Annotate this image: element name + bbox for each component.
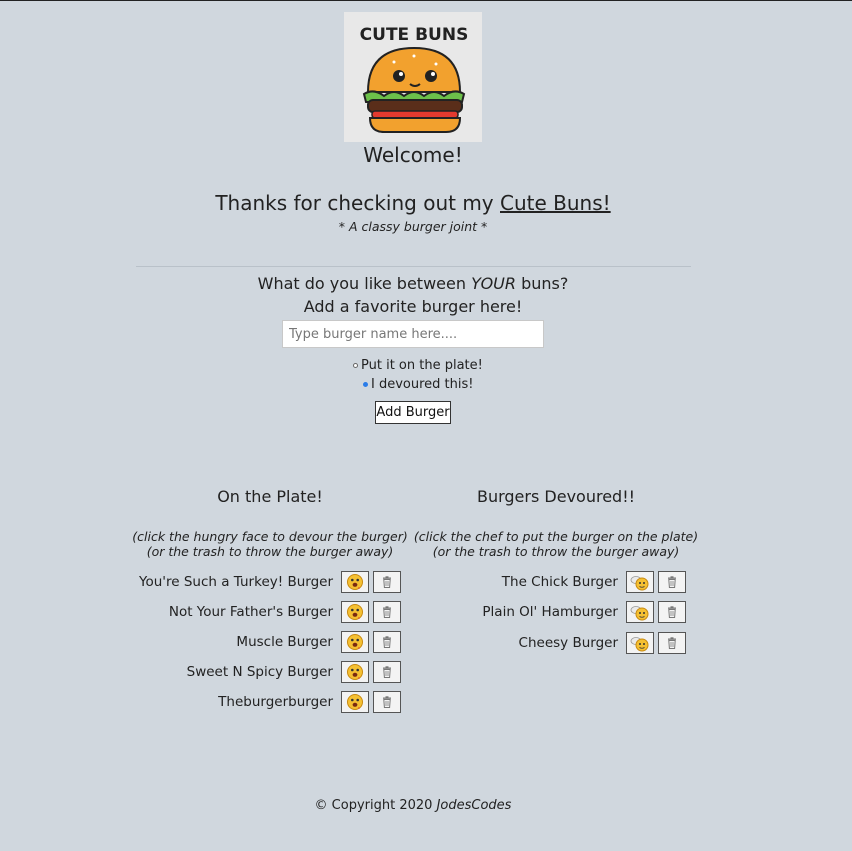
burger-name: Cheesy Burger bbox=[518, 635, 618, 651]
delete-button[interactable] bbox=[373, 691, 401, 713]
burger-name: Sweet N Spicy Burger bbox=[186, 664, 333, 680]
thanks-prefix: Thanks for checking out my bbox=[215, 191, 494, 215]
trash-icon bbox=[668, 606, 676, 618]
burger-name: Not Your Father's Burger bbox=[168, 604, 333, 620]
radio-devoured[interactable] bbox=[363, 382, 368, 387]
question-emphasis: YOUR bbox=[471, 274, 516, 293]
copyright-text: © Copyright 2020 bbox=[314, 798, 433, 813]
delete-button[interactable] bbox=[658, 571, 686, 593]
devour-button[interactable] bbox=[341, 601, 369, 623]
devour-button[interactable] bbox=[341, 691, 369, 713]
question-prefix: What do you like between bbox=[257, 274, 466, 293]
thanks-heading: Thanks for checking out my Cute Buns! bbox=[0, 191, 826, 215]
radio-devoured-option[interactable]: I devoured this! bbox=[363, 377, 473, 392]
delete-button[interactable] bbox=[658, 601, 686, 623]
form-subtitle: Add a favorite burger here! bbox=[303, 297, 523, 316]
devoured-list-item: Plain Ol' Hamburger bbox=[482, 600, 686, 624]
plate-hint-line-2: (or the trash to throw the burger away) bbox=[146, 544, 394, 559]
return-to-plate-button[interactable] bbox=[626, 601, 654, 623]
plate-hint-line-1: (click the hungry face to devour the bur… bbox=[132, 529, 408, 544]
burger-name: Plain Ol' Hamburger bbox=[482, 604, 618, 620]
plate-hint: (click the hungry face to devour the bur… bbox=[130, 529, 410, 559]
radio-plate[interactable] bbox=[353, 363, 358, 368]
delete-button[interactable] bbox=[373, 631, 401, 653]
logo: CUTE BUNS bbox=[344, 12, 482, 142]
burger-name: Theburgerburger bbox=[218, 694, 333, 710]
hungry-face-icon bbox=[347, 634, 363, 650]
devoured-hint: (click the chef to put the burger on the… bbox=[412, 529, 700, 559]
divider bbox=[136, 266, 691, 267]
devour-button[interactable] bbox=[341, 631, 369, 653]
plate-list-item: Not Your Father's Burger bbox=[169, 600, 401, 624]
plate-list-item: Theburgerburger bbox=[218, 690, 401, 714]
burger-name: You're Such a Turkey! Burger bbox=[139, 574, 333, 590]
plate-title: On the Plate! bbox=[217, 487, 323, 506]
devoured-list-item: Cheesy Burger bbox=[519, 631, 686, 655]
trash-icon bbox=[383, 696, 391, 708]
trash-icon bbox=[383, 666, 391, 678]
radio-plate-label: Put it on the plate! bbox=[361, 358, 483, 373]
author-name: JodesCodes bbox=[436, 798, 512, 813]
devour-button[interactable] bbox=[341, 571, 369, 593]
add-burger-button[interactable]: Add Burger bbox=[375, 401, 451, 424]
plate-list-item: Sweet N Spicy Burger bbox=[187, 660, 401, 684]
hungry-face-icon bbox=[347, 664, 363, 680]
devoured-hint-line-2: (or the trash to throw the burger away) bbox=[432, 544, 680, 559]
chef-icon bbox=[630, 576, 649, 591]
footer: © Copyright 2020 JodesCodes bbox=[0, 798, 826, 813]
delete-button[interactable] bbox=[373, 661, 401, 683]
return-to-plate-button[interactable] bbox=[626, 571, 654, 593]
devoured-list-item: The Chick Burger bbox=[502, 570, 686, 594]
devoured-title: Burgers Devoured!! bbox=[476, 487, 636, 506]
burger-name: Muscle Burger bbox=[236, 634, 333, 650]
trash-icon bbox=[383, 636, 391, 648]
hungry-face-icon bbox=[347, 604, 363, 620]
trash-icon bbox=[383, 576, 391, 588]
tagline: * A classy burger joint * bbox=[338, 219, 488, 234]
trash-icon bbox=[383, 606, 391, 618]
delete-button[interactable] bbox=[373, 571, 401, 593]
trash-icon bbox=[668, 637, 676, 649]
burger-logo-icon: CUTE BUNS bbox=[344, 12, 482, 142]
delete-button[interactable] bbox=[373, 601, 401, 623]
welcome-heading: Welcome! bbox=[363, 143, 463, 167]
chef-icon bbox=[630, 637, 649, 652]
devour-button[interactable] bbox=[341, 661, 369, 683]
hungry-face-icon bbox=[347, 694, 363, 710]
radio-plate-option[interactable]: Put it on the plate! bbox=[353, 358, 483, 373]
logo-text: CUTE BUNS bbox=[360, 25, 469, 45]
chef-icon bbox=[630, 606, 649, 621]
cute-buns-link[interactable]: Cute Buns! bbox=[500, 191, 611, 215]
page: CUTE BUNS Welcome! Thanks for checking o… bbox=[0, 1, 852, 851]
devoured-hint-line-1: (click the chef to put the burger on the… bbox=[413, 529, 699, 544]
return-to-plate-button[interactable] bbox=[626, 632, 654, 654]
burger-name: The Chick Burger bbox=[501, 574, 618, 590]
plate-list-item: You're Such a Turkey! Burger bbox=[139, 570, 401, 594]
trash-icon bbox=[668, 576, 676, 588]
burger-name-input[interactable] bbox=[282, 320, 544, 348]
form-question: What do you like between YOUR buns? bbox=[0, 274, 826, 293]
question-suffix: buns? bbox=[521, 274, 569, 293]
plate-list-item: Muscle Burger bbox=[236, 630, 401, 654]
radio-devoured-label: I devoured this! bbox=[371, 377, 474, 392]
delete-button[interactable] bbox=[658, 632, 686, 654]
hungry-face-icon bbox=[347, 574, 363, 590]
